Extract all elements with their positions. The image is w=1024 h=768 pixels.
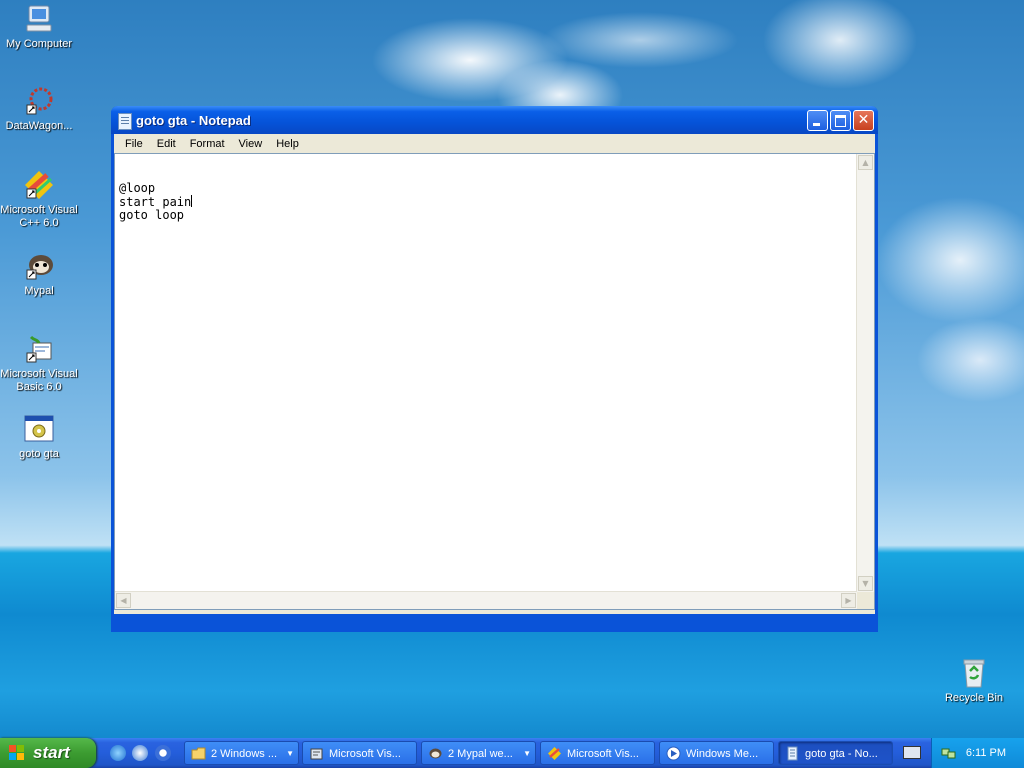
vertical-scrollbar[interactable]: ▲ ▼ [856,154,874,592]
taskbar: start 2 Windows ... ▼ Microsoft Vis... 2… [0,738,1024,768]
text-line: @loop [119,181,156,195]
desktop-icon-recycle-bin[interactable]: Recycle Bin [935,657,1013,705]
maximize-button[interactable] [830,110,851,131]
scroll-up-button[interactable]: ▲ [858,155,873,170]
desktop-icon-label: Microsoft Visual [0,368,78,380]
taskbar-item-mypal[interactable]: 2 Mypal we... ▼ [421,741,536,765]
desktop-icon-goto-gta[interactable]: goto gta [0,413,78,461]
menu-edit[interactable]: Edit [150,138,183,150]
text-line: goto loop [119,208,185,222]
desktop-icon-label: Basic 6.0 [16,381,62,393]
menu-help[interactable]: Help [269,138,306,150]
start-button[interactable]: start [0,738,96,768]
window-title: goto gta - Notepad [136,113,251,128]
desktop-icon-label: Recycle Bin [944,692,1004,704]
taskbar-item-notepad[interactable]: goto gta - No... [778,741,893,765]
desktop-icon-visual-cpp[interactable]: Microsoft Visual C++ 6.0 [0,169,78,230]
menu-format[interactable]: Format [183,138,232,150]
text-line: start pain [119,195,854,209]
desktop-icon-datawagon[interactable]: DataWagon... [0,85,78,133]
group-arrow-icon: ▼ [286,749,294,758]
window-bottom-border [114,610,875,614]
media-player-icon [666,746,681,761]
datawagon-icon [23,85,55,117]
title-bar[interactable]: goto gta - Notepad ✕ [111,106,878,134]
close-icon: ✕ [857,112,870,128]
menu-bar: File Edit Format View Help [114,134,875,153]
desktop-icon-label: My Computer [5,38,73,50]
visual-basic-icon [23,333,55,365]
taskbar-item-label: Microsoft Vis... [329,748,401,760]
batch-file-icon [23,413,55,445]
desktop-icon-my-computer[interactable]: My Computer [0,3,78,51]
text-caret [191,195,193,207]
taskbar-item-label: goto gta - No... [805,748,878,760]
taskbar-item-label: Microsoft Vis... [567,748,639,760]
windows-logo-icon [9,745,25,761]
taskbar-item-windows-explorer[interactable]: 2 Windows ... ▼ [184,741,299,765]
desktop-icon-label: goto gta [19,448,59,460]
visual-cpp-icon [23,169,55,201]
mypal-icon [428,746,443,761]
start-label: start [33,743,70,762]
notepad-icon [118,113,132,130]
taskbar-item-visual-cpp[interactable]: Microsoft Vis... [540,741,655,765]
media-player-icon[interactable] [155,745,171,761]
size-grip[interactable] [857,592,874,609]
recycle-bin-icon [958,657,990,689]
desktop-icon-label: Mypal [24,285,54,297]
outlook-express-icon[interactable] [132,745,148,761]
desktop-icon-label: C++ 6.0 [19,217,59,229]
desktop-icon-label: DataWagon... [5,120,73,132]
close-button[interactable]: ✕ [853,110,874,131]
system-tray: 6:11 PM [931,738,1024,768]
desktop-icon-mypal[interactable]: Mypal [0,250,78,298]
taskbar-item-label: 2 Windows ... [211,748,278,760]
text-line-content: start pain [119,195,192,209]
text-editor[interactable]: @loop start pain goto loop ▲ ▼ ◀ ▶ [114,153,875,610]
taskbar-item-windows-media[interactable]: Windows Me... [659,741,774,765]
scroll-down-button[interactable]: ▼ [858,576,873,591]
text-content[interactable]: @loop start pain goto loop [119,156,854,589]
menu-file[interactable]: File [118,138,150,150]
minimize-button[interactable] [807,110,828,131]
keyboard-icon[interactable] [903,746,921,759]
mypal-icon [23,250,55,282]
horizontal-scrollbar[interactable]: ◀ ▶ [115,591,857,609]
taskbar-item-label: 2 Mypal we... [448,748,513,760]
taskbar-item-label: Windows Me... [686,748,759,760]
desktop-icon-label: Microsoft Visual [0,204,78,216]
clock[interactable]: 6:11 PM [966,747,1006,759]
scroll-right-button[interactable]: ▶ [841,593,856,608]
folder-icon [191,746,206,761]
visual-cpp-icon [547,746,562,761]
internet-explorer-icon[interactable] [110,745,126,761]
group-arrow-icon: ▼ [523,749,531,758]
notepad-window: goto gta - Notepad ✕ File Edit Format Vi… [111,106,878,632]
visual-studio-icon [309,746,324,761]
taskbar-item-visual-studio[interactable]: Microsoft Vis... [302,741,417,765]
my-computer-icon [23,3,55,35]
scroll-left-button[interactable]: ◀ [116,593,131,608]
network-icon[interactable] [941,746,956,760]
notepad-icon [785,746,800,761]
menu-view[interactable]: View [232,138,270,150]
desktop-icon-visual-basic[interactable]: Microsoft Visual Basic 6.0 [0,333,78,394]
